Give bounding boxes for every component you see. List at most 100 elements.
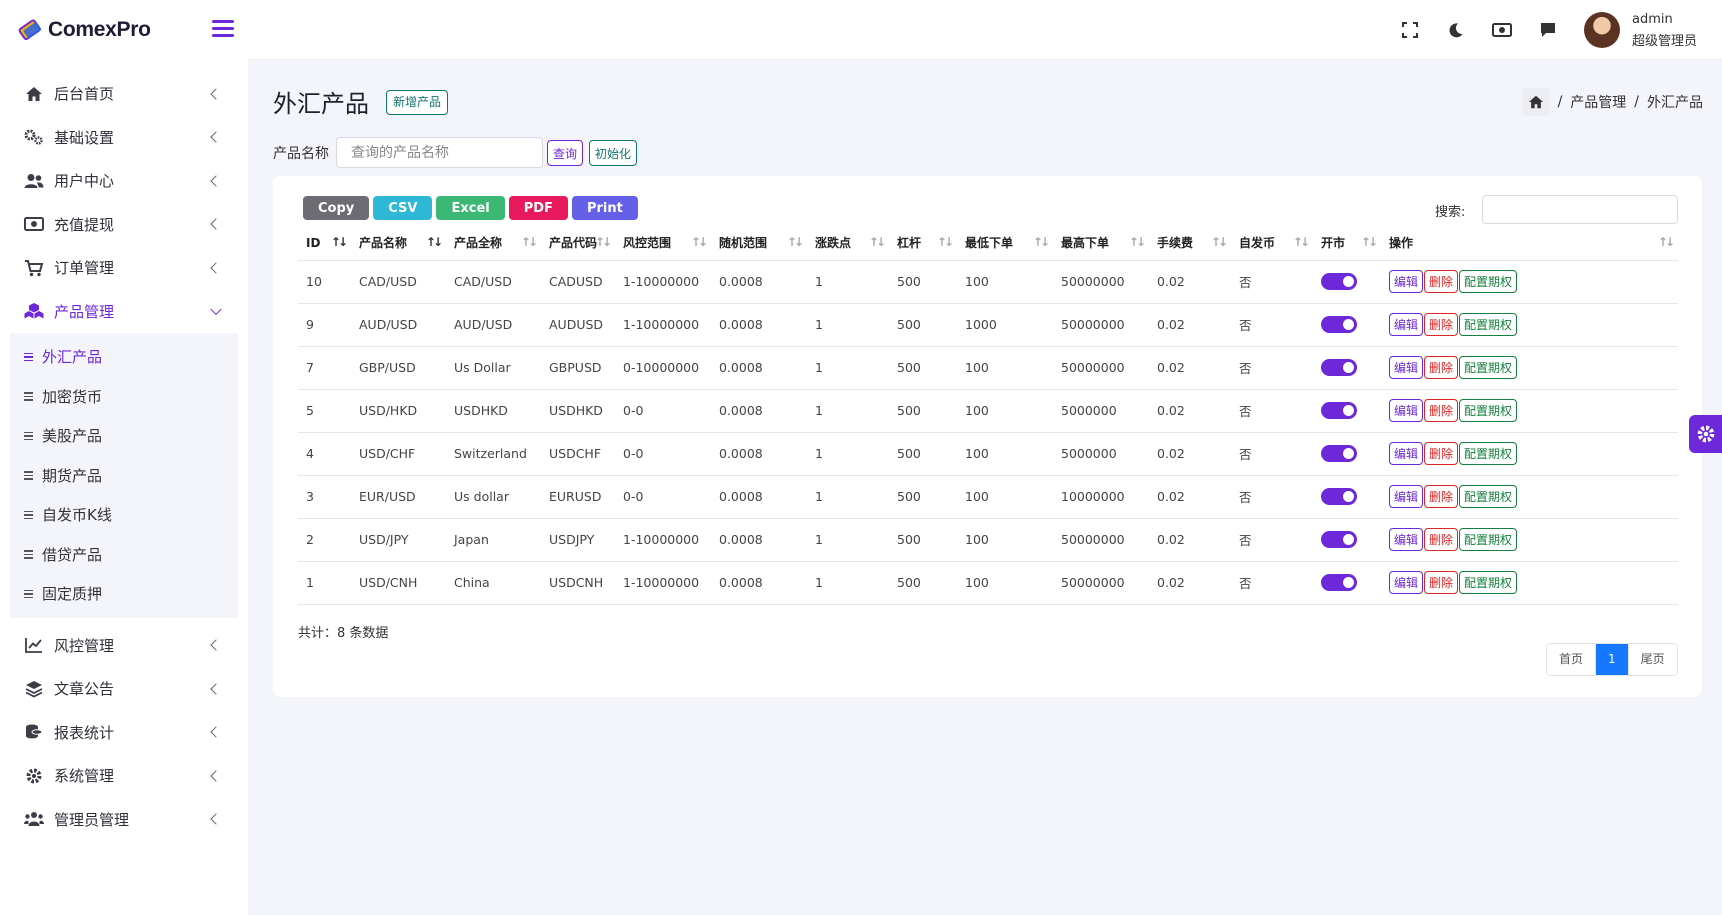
last-page-button[interactable]: 尾页 — [1627, 644, 1677, 675]
submenu-item-label: 固定质押 — [42, 585, 103, 604]
pdf-button[interactable]: PDF — [508, 196, 568, 220]
edit-button[interactable]: 编辑 — [1389, 356, 1424, 379]
column-header[interactable]: 随机范围 ↑↓ — [711, 226, 807, 261]
brand-logo[interactable]: ComexPro — [18, 14, 151, 46]
sidebar-item-dashboard[interactable]: 后台首页 — [0, 72, 248, 116]
sidebar-item-orders[interactable]: 订单管理 — [0, 246, 248, 290]
column-header[interactable]: 最低下单 ↑↓ — [957, 226, 1053, 261]
edit-button[interactable]: 编辑 — [1389, 399, 1424, 422]
copy-button[interactable]: Copy — [303, 196, 370, 220]
column-header[interactable]: 手续费 ↑↓ — [1149, 226, 1231, 261]
add-product-button[interactable]: 新增产品 — [386, 90, 449, 115]
table-cell: 500 — [889, 303, 957, 347]
market-open-toggle[interactable] — [1321, 316, 1357, 333]
configure-option-button[interactable]: 配置期权 — [1459, 571, 1518, 594]
delete-button[interactable]: 删除 — [1424, 356, 1459, 379]
sort-arrows-icon: ↑↓ — [936, 235, 954, 249]
column-header[interactable]: 涨跌点 ↑↓ — [807, 226, 889, 261]
edit-button[interactable]: 编辑 — [1389, 442, 1424, 465]
delete-button[interactable]: 删除 — [1424, 313, 1459, 336]
submenu-item-futures[interactable]: 期货产品 — [10, 456, 238, 496]
column-header[interactable]: 自发币 ↑↓ — [1231, 226, 1313, 261]
reset-button[interactable]: 初始化 — [589, 140, 638, 166]
table-cell: CADUSD — [541, 260, 615, 304]
home-icon[interactable] — [1521, 88, 1550, 116]
edit-button[interactable]: 编辑 — [1389, 485, 1424, 508]
table-cell: 否 — [1231, 561, 1313, 605]
configure-option-button[interactable]: 配置期权 — [1459, 356, 1518, 379]
configure-option-button[interactable]: 配置期权 — [1459, 528, 1518, 551]
market-open-toggle[interactable] — [1321, 531, 1357, 548]
menu-toggle-icon[interactable] — [212, 20, 234, 38]
configure-option-button[interactable]: 配置期权 — [1459, 313, 1518, 336]
column-header[interactable]: 杠杆 ↑↓ — [889, 226, 957, 261]
admins-icon — [24, 809, 44, 829]
product-name-input[interactable] — [336, 137, 543, 168]
sidebar-item-deposit-withdraw[interactable]: 充值提现 — [0, 203, 248, 247]
table-search-input[interactable] — [1482, 195, 1678, 224]
edit-button[interactable]: 编辑 — [1389, 270, 1424, 293]
sidebar-item-system[interactable]: 系统管理 — [0, 754, 248, 798]
column-header[interactable]: 产品全称 ↑↓ — [446, 226, 541, 261]
edit-button[interactable]: 编辑 — [1389, 528, 1424, 551]
sidebar-item-user-center[interactable]: 用户中心 — [0, 159, 248, 203]
edit-button[interactable]: 编辑 — [1389, 313, 1424, 336]
avatar[interactable] — [1584, 12, 1620, 48]
delete-button[interactable]: 删除 — [1424, 399, 1459, 422]
edit-button[interactable]: 编辑 — [1389, 571, 1424, 594]
submenu-item-us-stocks[interactable]: 美股产品 — [10, 416, 238, 456]
delete-button[interactable]: 删除 — [1424, 485, 1459, 508]
sidebar-item-reports[interactable]: 报表统计 — [0, 711, 248, 755]
print-button[interactable]: Print — [571, 196, 638, 220]
delete-button[interactable]: 删除 — [1424, 270, 1459, 293]
column-header[interactable]: 风控范围 ↑↓ — [615, 226, 711, 261]
market-open-toggle[interactable] — [1321, 445, 1357, 462]
market-open-toggle[interactable] — [1321, 359, 1357, 376]
delete-button[interactable]: 删除 — [1424, 442, 1459, 465]
delete-button[interactable]: 删除 — [1424, 528, 1459, 551]
message-icon[interactable] — [1538, 20, 1558, 40]
market-open-toggle[interactable] — [1321, 273, 1357, 290]
column-header[interactable]: 开市 ↑↓ — [1313, 226, 1381, 261]
chevron-left-icon — [210, 131, 222, 143]
first-page-button[interactable]: 首页 — [1547, 644, 1596, 675]
submenu-item-forex[interactable]: 外汇产品 — [10, 337, 238, 377]
submenu-item-self-token-kline[interactable]: 自发币K线 — [10, 495, 238, 535]
sidebar-item-basic-settings[interactable]: 基础设置 — [0, 116, 248, 160]
excel-button[interactable]: Excel — [436, 196, 505, 220]
sidebar-item-articles[interactable]: 文章公告 — [0, 667, 248, 711]
column-header[interactable]: ID ↑↓ — [298, 226, 351, 261]
fullscreen-icon[interactable] — [1400, 20, 1420, 40]
sidebar-item-risk-control[interactable]: 风控管理 — [0, 624, 248, 668]
market-open-toggle[interactable] — [1321, 402, 1357, 419]
column-header[interactable]: 产品代码 ↑↓ — [541, 226, 615, 261]
gear-icon — [24, 766, 44, 786]
settings-gear-icon[interactable] — [1689, 415, 1722, 453]
sidebar-item-admins[interactable]: 管理员管理 — [0, 798, 248, 842]
column-header-label: 产品代码 — [549, 236, 598, 251]
table-cell: 1 — [807, 561, 889, 605]
breadcrumb-item[interactable]: 产品管理 — [1570, 92, 1626, 112]
market-open-toggle[interactable] — [1321, 488, 1357, 505]
market-open-toggle[interactable] — [1321, 574, 1357, 591]
delete-button[interactable]: 删除 — [1424, 571, 1459, 594]
query-button[interactable]: 查询 — [547, 140, 584, 166]
moon-icon[interactable] — [1446, 20, 1466, 40]
list-icon — [24, 550, 34, 559]
configure-option-button[interactable]: 配置期权 — [1459, 442, 1518, 465]
money-icon[interactable] — [1492, 20, 1512, 40]
column-header[interactable]: 产品名称 ↑↓ — [351, 226, 446, 261]
submenu-item-lending[interactable]: 借贷产品 — [10, 535, 238, 575]
current-page-button[interactable]: 1 — [1595, 644, 1628, 675]
submenu-item-crypto[interactable]: 加密货币 — [10, 377, 238, 417]
column-header[interactable]: 最高下单 ↑↓ — [1053, 226, 1149, 261]
actions-cell: 编辑 删除 配置期权 — [1381, 303, 1678, 347]
column-header[interactable]: 操作 ↑↓ — [1381, 226, 1678, 261]
csv-button[interactable]: CSV — [373, 196, 433, 220]
configure-option-button[interactable]: 配置期权 — [1459, 399, 1518, 422]
configure-option-button[interactable]: 配置期权 — [1459, 270, 1518, 293]
configure-option-button[interactable]: 配置期权 — [1459, 485, 1518, 508]
submenu-item-staking[interactable]: 固定质押 — [10, 574, 238, 614]
market-open-cell — [1313, 389, 1381, 433]
sidebar-item-products[interactable]: 产品管理 — [0, 290, 248, 334]
